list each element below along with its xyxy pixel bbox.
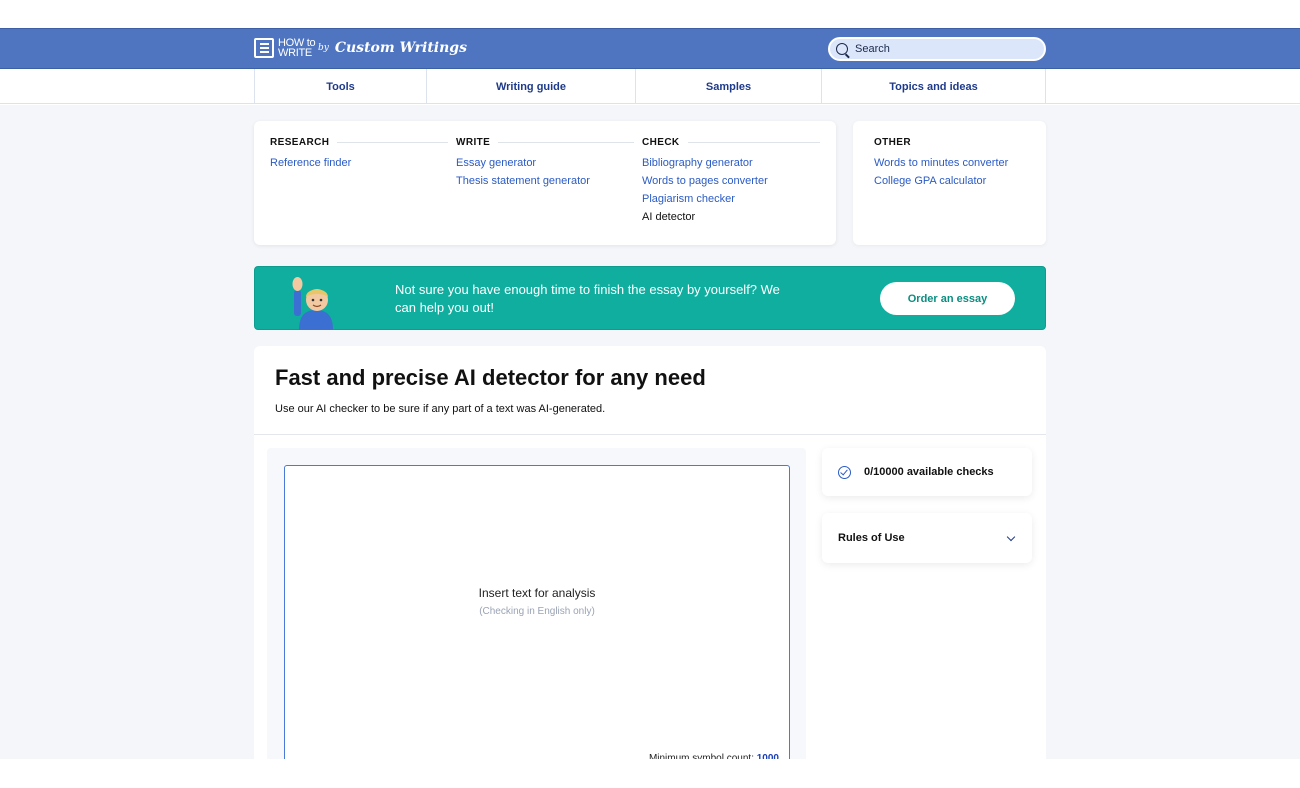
editor-language-note: (Checking in English only) [479, 606, 595, 617]
research-heading: RESEARCH [270, 137, 448, 148]
top-gap [0, 0, 1300, 28]
text-input-area[interactable]: Insert text for analysis (Checking in En… [284, 465, 790, 765]
check-circle-icon [838, 465, 851, 479]
available-checks-text: 0/10000 available checks [864, 466, 994, 478]
editor-container: Insert text for analysis (Checking in En… [267, 448, 806, 768]
link-thesis-statement-generator[interactable]: Thesis statement generator [456, 175, 634, 187]
available-checks-card: 0/10000 available checks [822, 448, 1032, 496]
promo-text: Not sure you have enough time to finish … [395, 282, 780, 315]
nav-samples[interactable]: Samples [636, 69, 822, 104]
book-icon [254, 38, 274, 58]
tools-menu-card: RESEARCH Reference finder WRITE Essay ge… [254, 121, 836, 245]
nav-tools[interactable]: Tools [255, 69, 427, 104]
search-input[interactable]: Search [855, 43, 890, 55]
logo-how-to-write: HOW to WRITE [278, 38, 316, 59]
link-words-to-minutes-converter[interactable]: Words to minutes converter [874, 157, 1034, 169]
write-column: WRITE Essay generator Thesis statement g… [456, 137, 634, 193]
divider [254, 434, 1046, 435]
search-icon [836, 43, 848, 55]
ai-detector-panel: Fast and precise AI detector for any nee… [254, 346, 1046, 768]
chevron-down-icon [1006, 532, 1016, 541]
main-content: RESEARCH Reference finder WRITE Essay ge… [0, 105, 1300, 768]
logo-write-text: WRITE [278, 47, 312, 59]
editor-placeholder: Insert text for analysis [478, 586, 596, 600]
other-heading: OTHER [874, 137, 911, 148]
search-box[interactable]: Search [828, 37, 1046, 61]
link-bibliography-generator[interactable]: Bibliography generator [642, 157, 820, 169]
main-nav: Tools Writing guide Samples Topics and i… [0, 69, 1300, 104]
page-subtitle: Use our AI checker to be sure if any par… [275, 403, 606, 415]
nav-topics-and-ideas[interactable]: Topics and ideas [822, 69, 1046, 104]
site-header: HOW to WRITE by Custom Writings Search [0, 28, 1300, 69]
link-college-gpa-calculator[interactable]: College GPA calculator [874, 175, 1034, 187]
research-column: RESEARCH Reference finder [270, 137, 448, 175]
logo-by: by [318, 43, 329, 53]
link-reference-finder[interactable]: Reference finder [270, 157, 448, 169]
link-plagiarism-checker[interactable]: Plagiarism checker [642, 193, 820, 205]
promo-banner: Not sure you have enough time to finish … [254, 266, 1046, 330]
link-ai-detector[interactable]: AI detector [642, 211, 820, 223]
check-column: CHECK Bibliography generator Words to pa… [642, 137, 820, 229]
waving-person-icon [292, 277, 333, 330]
logo-brand: Custom Writings [334, 40, 467, 56]
rules-of-use-dropdown[interactable]: Rules of Use [822, 513, 1032, 563]
link-essay-generator[interactable]: Essay generator [456, 157, 634, 169]
nav-writing-guide[interactable]: Writing guide [427, 69, 636, 104]
page-title: Fast and precise AI detector for any nee… [275, 365, 706, 390]
bottom-gap [0, 759, 1300, 788]
rules-of-use-label: Rules of Use [838, 532, 905, 544]
link-words-to-pages-converter[interactable]: Words to pages converter [642, 175, 820, 187]
check-heading: CHECK [642, 137, 820, 148]
site-logo[interactable]: HOW to WRITE by Custom Writings [254, 38, 467, 59]
other-tools-card: OTHER Words to minutes converter College… [853, 121, 1046, 245]
write-heading: WRITE [456, 137, 634, 148]
order-essay-button[interactable]: Order an essay [880, 282, 1015, 315]
other-column: OTHER Words to minutes converter College… [874, 137, 1034, 193]
